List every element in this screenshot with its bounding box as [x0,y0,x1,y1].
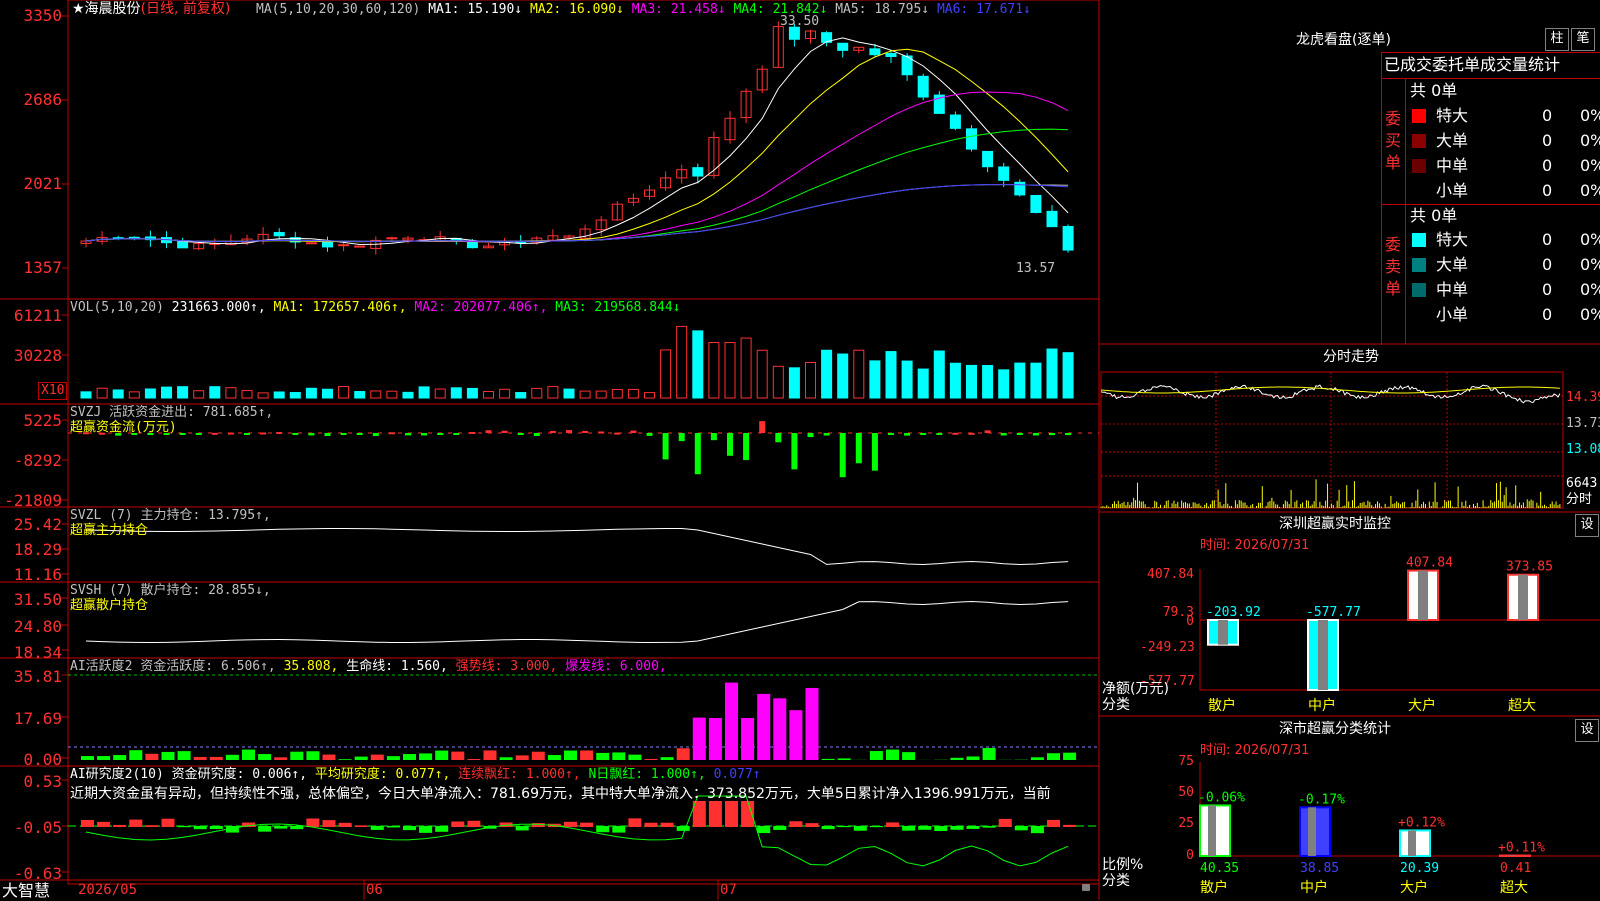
stats-bar-chart: -0.06% 40.35 散户 -0.17% 38.85 中户 +0.12% 20.39 大户 +… [0,0,1600,900]
stats-cat-label: 大户 [1400,879,1428,896]
stats-bar-shade [1508,855,1516,856]
stats-cat-label: 散户 [1200,879,1228,896]
stats-value-label: 0.41 [1500,861,1531,876]
stats-cat-label: 超大 [1500,880,1528,896]
stats-value-label: 20.39 [1400,861,1439,876]
stats-bar-shade [1308,807,1316,856]
stats-bar-shade [1208,805,1216,856]
stats-value-label: 38.85 [1300,861,1339,876]
stats-change-label: +0.12% [1398,815,1445,830]
stats-change-label: -0.17% [1298,792,1345,807]
stats-value-label: 40.35 [1200,861,1239,876]
stats-cat-label: 中户 [1300,879,1328,896]
stats-change-label: -0.06% [1198,790,1245,805]
stats-bar-shade [1408,830,1416,856]
stats-change-label: +0.11% [1498,840,1545,855]
